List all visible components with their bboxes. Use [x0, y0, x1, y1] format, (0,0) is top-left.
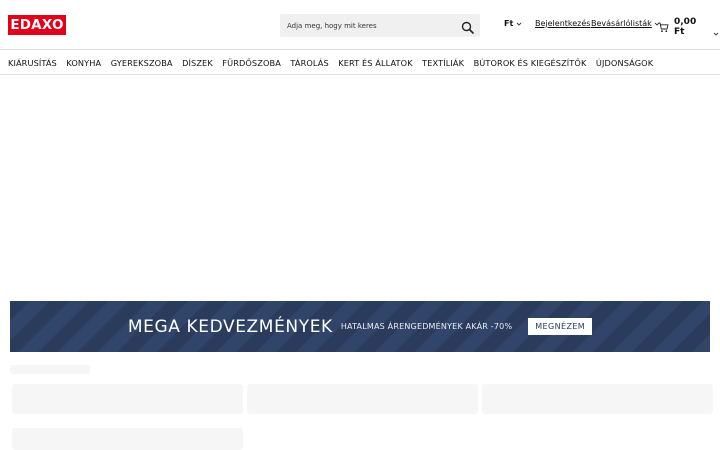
shopping-lists-menu[interactable]: Bevásárlólisták — [591, 19, 661, 28]
currency-label: Ft — [504, 19, 514, 28]
search-icon[interactable] — [461, 19, 474, 34]
login-link[interactable]: Bejelentkezés — [535, 19, 590, 28]
loading-placeholder — [10, 365, 90, 374]
banner-cta-button[interactable]: MEGNÉZEM — [528, 318, 593, 335]
nav-item-gyerekszoba[interactable]: GYEREKSZOBA — [111, 58, 173, 68]
banner-title: MEGA KEDVEZMÉNYEK — [127, 316, 333, 337]
nav-item-kert-es-allatok[interactable]: KERT ÉS ÁLLATOK — [338, 58, 412, 68]
chevron-down-icon — [515, 20, 523, 28]
promo-banner[interactable]: MEGA KEDVEZMÉNYEK HATALMAS ÁRENGEDMÉNYEK… — [10, 301, 710, 352]
nav-item-diszek[interactable]: DÍSZEK — [182, 58, 213, 68]
cart-icon — [658, 18, 669, 37]
edaxo-logo[interactable]: EDAXO — [8, 15, 66, 35]
currency-selector[interactable]: Ft — [504, 19, 523, 28]
cart-button[interactable]: 0,00 Ft — [658, 17, 720, 37]
banner-subtitle: HATALMAS ÁRENGEDMÉNYEK AKÁR -70% — [340, 322, 513, 331]
nav-item-tarolas[interactable]: TÁROLÁS — [290, 58, 328, 68]
shopping-lists-label: Bevásárlólisták — [591, 19, 652, 28]
nav-item-butorok[interactable]: BÚTOROK ÉS KIEGÉSZÍTŐK — [474, 58, 587, 68]
category-nav: KIÁRUSÍTÁS KONYHA GYEREKSZOBA DÍSZEK FÜR… — [0, 51, 720, 75]
loading-placeholder — [12, 384, 243, 414]
nav-item-textiliak[interactable]: TEXTÍLIÁK — [422, 58, 464, 68]
loading-placeholder — [482, 384, 713, 414]
loading-placeholder — [247, 384, 478, 414]
search-bar — [280, 14, 480, 37]
nav-item-konyha[interactable]: KONYHA — [66, 58, 101, 68]
chevron-down-icon — [712, 23, 720, 36]
cart-total: 0,00 Ft — [674, 17, 697, 37]
site-header: EDAXO Ft Bejelentkezés Bevásárlólisták 0… — [0, 0, 720, 50]
nav-item-ujdonsagok[interactable]: ÚJDONSÁGOK — [596, 58, 653, 68]
loading-placeholder — [12, 428, 243, 450]
nav-item-kiarusitas[interactable]: KIÁRUSÍTÁS — [8, 58, 57, 68]
nav-item-furdoszoba[interactable]: FÜRDŐSZOBA — [222, 58, 281, 68]
search-input[interactable] — [280, 14, 455, 37]
